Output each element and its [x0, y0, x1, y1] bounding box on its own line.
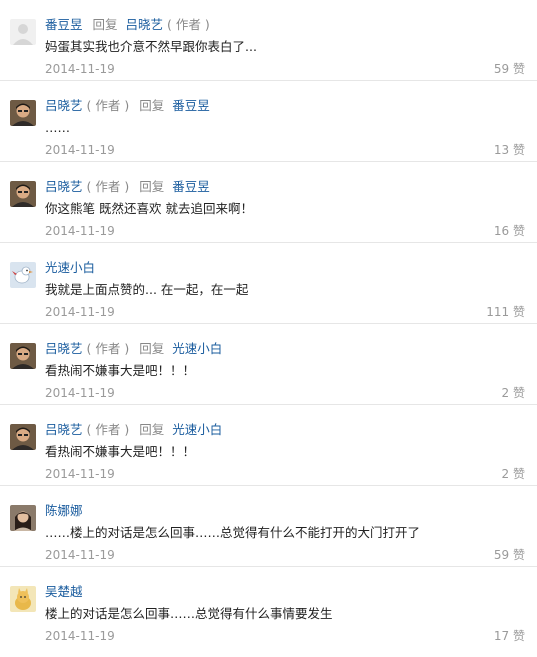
commenter-name[interactable]: 吕晓艺: [45, 341, 83, 356]
comment-list: 番豆昱 回复 吕晓艺 ( 作者 ) 妈蛋其实我也介意不然早跟你表白了... 20…: [0, 0, 537, 648]
blank-avatar[interactable]: [10, 19, 36, 45]
comment-item: 陈娜娜 ……楼上的对话是怎么回事……总觉得有什么不能打开的大门打开了 2014-…: [0, 486, 537, 567]
comment-text: 妈蛋其实我也介意不然早跟你表白了...: [45, 39, 257, 54]
comment-meta: 吕晓艺 ( 作者 ) 回复 光速小白: [45, 340, 222, 358]
reply-label: 回复: [139, 179, 165, 194]
author-tag: ( 作者 ): [86, 179, 130, 194]
comment-meta: 番豆昱 回复 吕晓艺 ( 作者 ): [45, 16, 210, 34]
commenter-name[interactable]: 光速小白: [45, 260, 95, 275]
like-button[interactable]: 13 赞: [494, 142, 525, 158]
commenter-name[interactable]: 吕晓艺: [45, 422, 83, 437]
comment-text: ……楼上的对话是怎么回事……总觉得有什么不能打开的大门打开了: [45, 525, 421, 540]
like-button[interactable]: 59 赞: [494, 61, 525, 77]
comment-item: 吕晓艺 ( 作者 ) 回复 光速小白 看热闹不嫌事大是吧！！！ 2014-11-…: [0, 324, 537, 405]
bird-avatar[interactable]: [10, 262, 36, 288]
comment-text: 看热闹不嫌事大是吧！！！: [45, 363, 196, 378]
reply-label: 回复: [139, 98, 165, 113]
commenter-name[interactable]: 吴楚越: [45, 584, 83, 599]
comment-text: 你这熊笔 既然还喜欢 就去追回来啊！: [45, 201, 253, 216]
comment-date: 2014-11-19: [45, 143, 115, 157]
commenter-name[interactable]: 吕晓艺: [45, 98, 83, 113]
reply-target-name[interactable]: 吕晓艺: [126, 17, 164, 32]
comment-meta: 光速小白: [45, 259, 95, 277]
man-avatar[interactable]: [10, 424, 36, 450]
reply-label: 回复: [139, 341, 165, 356]
comment-date: 2014-11-19: [45, 62, 115, 76]
like-button[interactable]: 59 赞: [494, 547, 525, 563]
commenter-name[interactable]: 陈娜娜: [45, 503, 83, 518]
comment-meta: 吕晓艺 ( 作者 ) 回复 光速小白: [45, 421, 222, 439]
reply-target-name[interactable]: 光速小白: [172, 341, 222, 356]
reply-target-name[interactable]: 番豆昱: [172, 179, 210, 194]
woman-avatar[interactable]: [10, 505, 36, 531]
like-button[interactable]: 2 赞: [502, 466, 525, 482]
comment-meta: 吴楚越: [45, 583, 83, 601]
reply-target-name[interactable]: 光速小白: [172, 422, 222, 437]
comment-item: 光速小白 我就是上面点赞的... 在一起，在一起 2014-11-19 111 …: [0, 243, 537, 324]
author-tag: ( 作者 ): [86, 422, 130, 437]
man-avatar[interactable]: [10, 100, 36, 126]
comment-date: 2014-11-19: [45, 386, 115, 400]
commenter-name[interactable]: 番豆昱: [45, 17, 83, 32]
author-tag: ( 作者 ): [167, 17, 210, 32]
comment-date: 2014-11-19: [45, 305, 115, 319]
comment-item: 吕晓艺 ( 作者 ) 回复 番豆昱 你这熊笔 既然还喜欢 就去追回来啊！ 201…: [0, 162, 537, 243]
comment-text: 看热闹不嫌事大是吧！！！: [45, 444, 196, 459]
comment-meta: 吕晓艺 ( 作者 ) 回复 番豆昱: [45, 97, 210, 115]
reply-label: 回复: [92, 17, 118, 32]
comment-meta: 吕晓艺 ( 作者 ) 回复 番豆昱: [45, 178, 210, 196]
reply-target-name[interactable]: 番豆昱: [172, 98, 210, 113]
comment-text: 我就是上面点赞的... 在一起，在一起: [45, 282, 249, 297]
comment-item: 番豆昱 回复 吕晓艺 ( 作者 ) 妈蛋其实我也介意不然早跟你表白了... 20…: [0, 0, 537, 81]
comment-date: 2014-11-19: [45, 629, 115, 643]
comment-date: 2014-11-19: [45, 467, 115, 481]
cat-avatar[interactable]: [10, 586, 36, 612]
comment-meta: 陈娜娜: [45, 502, 83, 520]
reply-label: 回复: [139, 422, 165, 437]
comment-date: 2014-11-19: [45, 548, 115, 562]
man-avatar[interactable]: [10, 343, 36, 369]
author-tag: ( 作者 ): [86, 98, 130, 113]
comment-text: 楼上的对话是怎么回事……总觉得有什么事情要发生: [45, 606, 333, 621]
comment-item: 吕晓艺 ( 作者 ) 回复 光速小白 看热闹不嫌事大是吧！！！ 2014-11-…: [0, 405, 537, 486]
comment-item: 吕晓艺 ( 作者 ) 回复 番豆昱 …… 2014-11-19 13 赞: [0, 81, 537, 162]
comment-text: ……: [45, 120, 70, 135]
commenter-name[interactable]: 吕晓艺: [45, 179, 83, 194]
like-button[interactable]: 17 赞: [494, 628, 525, 644]
author-tag: ( 作者 ): [86, 341, 130, 356]
like-button[interactable]: 2 赞: [502, 385, 525, 401]
man-avatar[interactable]: [10, 181, 36, 207]
like-button[interactable]: 111 赞: [486, 304, 525, 320]
like-button[interactable]: 16 赞: [494, 223, 525, 239]
comment-item: 吴楚越 楼上的对话是怎么回事……总觉得有什么事情要发生 2014-11-19 1…: [0, 567, 537, 648]
comment-date: 2014-11-19: [45, 224, 115, 238]
